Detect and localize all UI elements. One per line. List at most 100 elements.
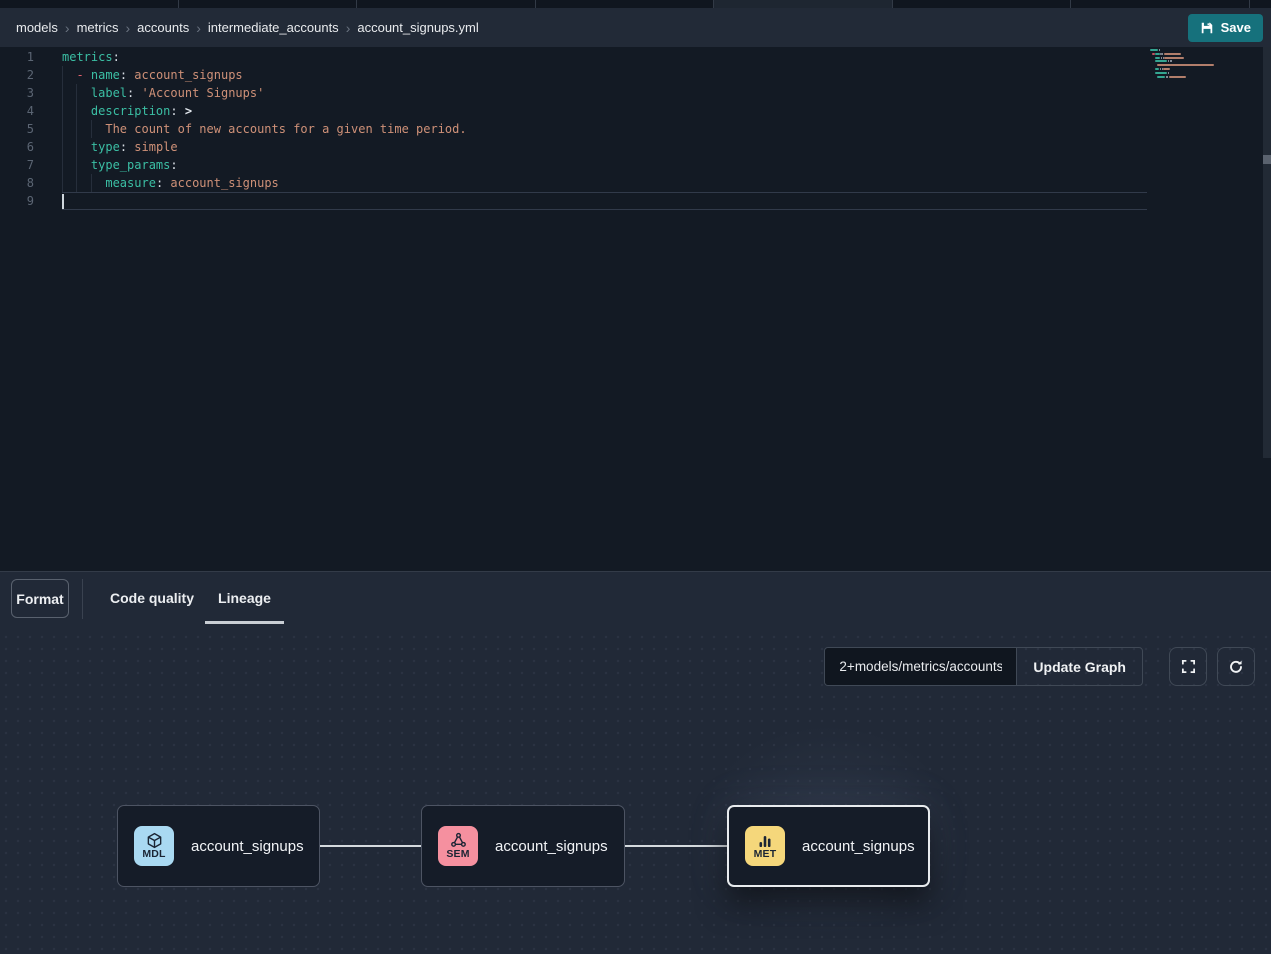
indent-guide [62, 102, 63, 120]
code-line-content: The count of new accounts for a given ti… [62, 120, 1147, 138]
editor-scrollbar[interactable] [1263, 47, 1271, 458]
save-icon [1200, 21, 1214, 35]
lineage-toolbar: Update Graph [824, 647, 1255, 686]
node-name-label: account_signups [191, 838, 304, 855]
top-tab-segment[interactable] [1071, 0, 1250, 8]
code-token: label [91, 86, 127, 100]
top-tab-segment[interactable] [893, 0, 1072, 8]
indent-guide [91, 120, 92, 138]
lineage-selector-input[interactable] [825, 648, 1016, 685]
tabs-divider [82, 579, 83, 619]
code-line[interactable]: 1 metrics: [0, 48, 1147, 66]
minimap[interactable] [1150, 48, 1250, 82]
editor-scrollbar-handle[interactable] [1263, 155, 1271, 164]
code-line[interactable]: 5 The count of new accounts for a given … [0, 120, 1147, 138]
refresh-button[interactable] [1217, 647, 1255, 686]
ide-app: models›metrics›accounts›intermediate_acc… [0, 0, 1271, 954]
breadcrumb-item[interactable]: intermediate_accounts [208, 20, 339, 35]
code-line[interactable]: 2 - name: account_signups [0, 66, 1147, 84]
update-graph-button[interactable]: Update Graph [1016, 648, 1142, 685]
code-token: > [185, 104, 192, 118]
breadcrumb-chevron-icon: › [196, 20, 201, 35]
indent-guide [62, 156, 63, 174]
indent-guide [62, 120, 63, 138]
indent-guide [62, 138, 63, 156]
breadcrumb-item[interactable]: models [16, 20, 58, 35]
code-token [178, 104, 185, 118]
node-type-badge: MET [745, 826, 785, 866]
code-token: : [120, 140, 127, 154]
breadcrumb-item[interactable]: account_signups.yml [357, 20, 478, 35]
top-tab-segment[interactable] [1250, 0, 1271, 8]
line-number: 9 [0, 192, 34, 210]
code-line-content [62, 192, 1147, 210]
selector-group: Update Graph [824, 647, 1143, 686]
lineage-node-mdl[interactable]: MDL account_signups [117, 805, 320, 887]
breadcrumb-item[interactable]: metrics [77, 20, 119, 35]
code-token: description [91, 104, 170, 118]
code-line-content: type_params: [62, 156, 1147, 174]
indent-guide [91, 174, 92, 192]
node-type-label: SEM [446, 849, 469, 860]
line-number: 1 [0, 48, 34, 66]
breadcrumb-item[interactable]: accounts [137, 20, 189, 35]
model-cube-icon [146, 832, 163, 849]
code-token [134, 86, 141, 100]
fullscreen-button[interactable] [1169, 647, 1207, 686]
code-token: : [120, 68, 127, 82]
save-button-label: Save [1221, 20, 1251, 35]
code-token: 'Account Signups' [142, 86, 265, 100]
panel-tab-bar: Format Code quality Lineage [0, 572, 1271, 631]
tab-code-quality[interactable]: Code quality [103, 572, 201, 624]
code-line[interactable]: 9 [0, 192, 1147, 210]
save-button[interactable]: Save [1188, 14, 1263, 42]
breadcrumb: models›metrics›accounts›intermediate_acc… [16, 20, 479, 35]
code-token: simple [134, 140, 177, 154]
code-line-content: - name: account_signups [62, 66, 1147, 84]
text-cursor [62, 194, 64, 209]
code-line[interactable]: 3 label: 'Account Signups' [0, 84, 1147, 102]
indent-guide [62, 66, 63, 84]
code-line[interactable]: 6 type: simple [0, 138, 1147, 156]
lineage-node-met[interactable]: METaccount_signups [727, 805, 930, 887]
line-number: 5 [0, 120, 34, 138]
code-line-content: metrics: [62, 48, 1147, 66]
indent-guide [76, 156, 77, 174]
node-type-badge: MDL [134, 826, 174, 866]
indent-guide [62, 84, 63, 102]
top-tab-segment[interactable] [536, 0, 715, 8]
code-token: : [170, 158, 177, 172]
code-token: measure [105, 176, 156, 190]
node-type-label: MDL [142, 849, 165, 860]
code-line[interactable]: 7 type_params: [0, 156, 1147, 174]
format-button[interactable]: Format [11, 579, 69, 618]
node-type-badge: SEM [438, 826, 478, 866]
minimap-line [1150, 78, 1250, 82]
lineage-graph-canvas[interactable]: Update Graph [0, 631, 1271, 954]
top-tab-segment[interactable] [0, 0, 179, 8]
line-number: 6 [0, 138, 34, 156]
top-tab-segment[interactable] [357, 0, 536, 8]
code-line-content: description: > [62, 102, 1147, 120]
lineage-edge [624, 845, 728, 847]
metric-chart-icon [757, 833, 773, 849]
breadcrumb-chevron-icon: › [125, 20, 130, 35]
top-tab-segment[interactable] [179, 0, 358, 8]
editor-tab-strip[interactable] [0, 0, 1271, 8]
node-type-label: MET [754, 849, 777, 860]
line-number: 4 [0, 102, 34, 120]
code-line-content: measure: account_signups [62, 174, 1147, 192]
lineage-node-sem[interactable]: SEMaccount_signups [421, 805, 625, 887]
tab-lineage[interactable]: Lineage [205, 572, 284, 624]
top-tab-segment[interactable] [714, 0, 893, 8]
indent-guide [76, 120, 77, 138]
code-line[interactable]: 4 description: > [0, 102, 1147, 120]
code-lines[interactable]: 1 metrics:2 - name: account_signups3 labe… [0, 48, 1147, 210]
line-number: 3 [0, 84, 34, 102]
code-editor[interactable]: 1 metrics:2 - name: account_signups3 labe… [0, 47, 1271, 571]
semantic-model-icon [450, 832, 467, 849]
fullscreen-icon [1181, 659, 1196, 674]
code-token: name [91, 68, 120, 82]
line-number: 7 [0, 156, 34, 174]
code-line[interactable]: 8 measure: account_signups [0, 174, 1147, 192]
